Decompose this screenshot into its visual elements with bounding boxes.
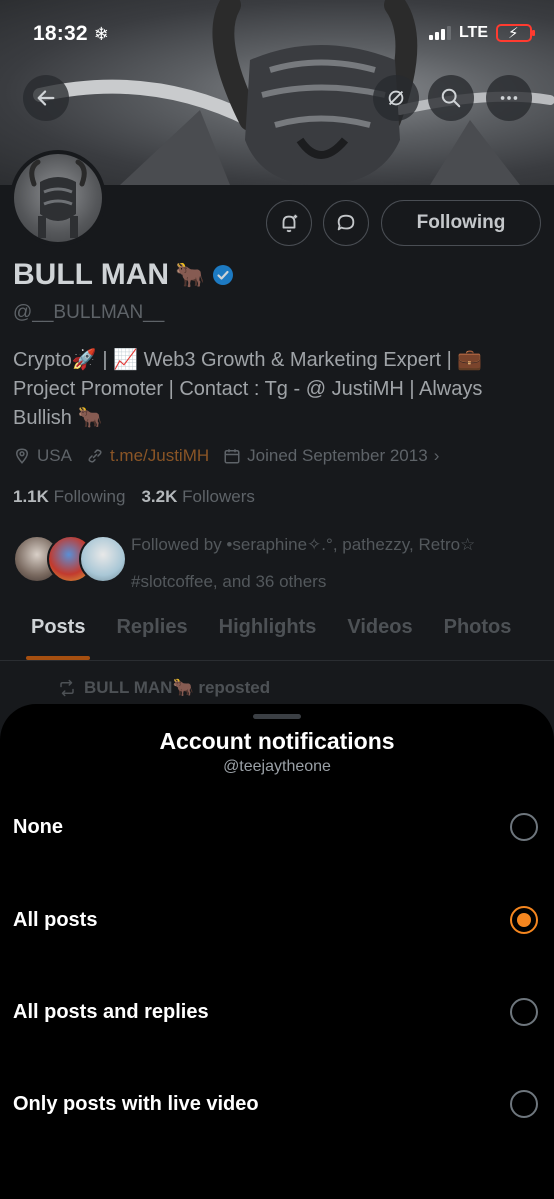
back-button[interactable] [23,75,69,121]
radio-button[interactable] [510,813,538,841]
network-label: LTE [458,24,488,41]
repost-indicator: BULL MAN🐂 reposted [58,678,270,698]
verified-badge-icon [212,265,233,285]
profile-link-text[interactable]: t.me/JustiMH [110,446,209,466]
notifications-button[interactable] [266,200,312,246]
tab-videos[interactable]: Videos [347,606,412,660]
repost-icon [60,679,74,697]
status-indicators: LTE ⚡ [428,24,535,42]
profile-tabs: Posts Replies Highlights Videos Photos [0,606,554,660]
sheet-grabber[interactable] [253,714,301,719]
snowflake-icon: ❄ [93,24,110,44]
tab-posts[interactable]: Posts [25,606,91,660]
bell-plus-icon [282,214,298,233]
more-button[interactable] [486,75,532,121]
grok-icon [388,90,404,106]
sheet-subtitle: @teejaytheone [223,758,331,775]
follow-counts: 1.1K Following 3.2K Followers [13,487,255,507]
account-notifications-sheet: Account notifications @teejaytheone None… [0,704,554,1199]
profile-link[interactable]: t.me/JustiMH [86,446,209,466]
radio-button[interactable] [510,998,538,1026]
arrow-left-icon [37,90,55,106]
location-text: USA [37,446,72,465]
link-icon [88,449,102,463]
search-icon [441,88,461,108]
tab-replies[interactable]: Replies [116,606,187,660]
repost-text: BULL MAN🐂 reposted [84,678,271,697]
tab-photos[interactable]: Photos [444,606,512,660]
option-label: None [13,815,63,838]
option-live-video[interactable]: Only posts with live video [0,1058,554,1150]
following-count: 1.1K [13,487,49,506]
option-all-posts-and-replies[interactable]: All posts and replies [0,966,554,1058]
followers-count: 3.2K [141,487,178,506]
followed-by-avatars[interactable] [13,535,127,585]
chat-bubble-icon [337,214,355,231]
message-button[interactable] [323,200,369,246]
status-time-text: 18:32 [33,22,88,45]
profile-name-emoji: 🐂 [175,261,205,289]
profile-avatar[interactable] [10,150,106,246]
battery-icon: ⚡ [496,24,535,42]
followers-count-link[interactable]: 3.2K Followers [141,487,254,507]
option-none[interactable]: None [0,781,554,873]
followed-by-text[interactable]: Followed by •seraphine✧.°, pathezzy, Ret… [131,526,541,600]
status-bar: 18:32 ❄ LTE ⚡ [0,0,554,70]
profile-name: BULL MAN 🐂 [13,258,235,292]
following-button[interactable]: Following [381,200,541,246]
sheet-title: Account notifications [159,728,395,754]
signal-icon [428,26,451,40]
more-icon [500,96,518,100]
search-button[interactable] [428,75,474,121]
location: USA [13,446,72,466]
bull-avatar-image [29,159,87,238]
option-label: All posts [13,908,98,931]
grok-button[interactable] [373,75,419,121]
tabs-divider [0,660,554,661]
location-pin-icon [15,448,29,464]
option-label: Only posts with live video [13,1092,259,1115]
following-label: Following [53,487,126,506]
profile-handle: @__BULLMAN__ [13,302,165,323]
profile-bio: Crypto🚀 | 📈 Web3 Growth & Marketing Expe… [13,349,483,429]
profile-meta: USA t.me/JustiMH Joined September 2013 › [13,446,439,466]
option-all-posts[interactable]: All posts [0,874,554,966]
profile-name-text: BULL MAN [13,258,170,291]
radio-button-selected[interactable] [510,906,538,934]
option-label: All posts and replies [13,1000,209,1023]
radio-button[interactable] [510,1090,538,1118]
followers-label: Followers [182,487,255,506]
chevron-right-icon: › [433,446,440,465]
joined-text: Joined September 2013 [247,446,428,465]
tab-highlights[interactable]: Highlights [219,606,317,660]
calendar-icon [224,449,240,464]
following-count-link[interactable]: 1.1K Following [13,487,125,507]
joined-date[interactable]: Joined September 2013 › [223,446,439,466]
follower-avatar [79,535,127,583]
status-time: 18:32 ❄ [33,22,109,46]
